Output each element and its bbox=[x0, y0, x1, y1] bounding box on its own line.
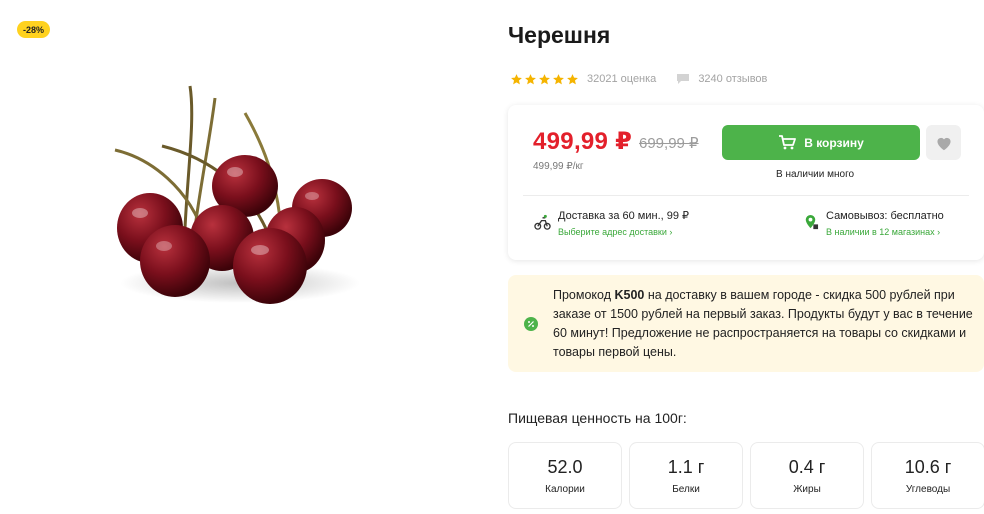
pickup-option[interactable]: Самовывоз: бесплатно В наличии в 12 мага… bbox=[802, 209, 944, 239]
nutrition-card-carbs: 10.6 г Углеводы bbox=[871, 442, 984, 509]
delivery-address-link[interactable]: Выберите адрес доставки › bbox=[558, 225, 689, 239]
rating-stars bbox=[510, 73, 579, 86]
courier-bike-icon bbox=[534, 214, 551, 230]
favorite-button[interactable] bbox=[926, 125, 961, 160]
comment-icon bbox=[677, 74, 690, 84]
nutrition-label: Углеводы bbox=[905, 483, 951, 495]
nutrition-card-fats: 0.4 г Жиры bbox=[750, 442, 864, 509]
reviews-link[interactable]: 3240 отзывов bbox=[698, 73, 767, 85]
delivery-option[interactable]: Доставка за 60 мин., 99 ₽ Выберите адрес… bbox=[534, 209, 689, 239]
star-icon bbox=[511, 73, 522, 84]
star-icon bbox=[567, 73, 578, 84]
product-image bbox=[114, 85, 360, 304]
nutrition-value: 1.1 г bbox=[667, 456, 705, 477]
delivery-title: Доставка за 60 мин., 99 ₽ bbox=[558, 210, 690, 222]
availability-status: В наличии много bbox=[776, 169, 855, 180]
star-icon bbox=[553, 73, 564, 84]
nutrition-list: 52.0 Калории 1.1 г Белки 0.4 г Жиры 10.6… bbox=[508, 442, 984, 509]
price-per-kg: 499,99 ₽/кг bbox=[533, 161, 584, 172]
rating-row[interactable]: 32021 оценка 3240 отзывов bbox=[510, 71, 767, 87]
promo-prefix: Промокод bbox=[553, 288, 615, 302]
nutrition-card-calories: 52.0 Калории bbox=[508, 442, 622, 509]
star-icon bbox=[539, 73, 550, 84]
add-to-cart-button[interactable]: В корзину bbox=[722, 125, 920, 160]
promo-text: Промокод K500 на доставку в вашем городе… bbox=[553, 286, 978, 362]
rating-count: 32021 оценка bbox=[587, 73, 657, 85]
promo-code: K500 bbox=[614, 288, 645, 302]
nutrition-value: 0.4 г bbox=[788, 456, 826, 477]
old-price: 699,99 ₽ bbox=[639, 135, 699, 152]
divider bbox=[523, 195, 969, 196]
nutrition-label: Белки bbox=[672, 483, 700, 495]
nutrition-label: Жиры bbox=[793, 483, 821, 495]
nutrition-value: 52.0 bbox=[547, 456, 583, 477]
heart-icon bbox=[936, 137, 951, 150]
star-icon bbox=[525, 73, 536, 84]
nutrition-value: 10.6 г bbox=[904, 456, 952, 477]
add-to-cart-label: В корзину bbox=[804, 135, 864, 150]
store-pin-icon bbox=[805, 214, 819, 230]
cart-icon bbox=[779, 135, 797, 150]
pickup-stores-link[interactable]: В наличии в 12 магазинах › bbox=[826, 225, 944, 239]
pickup-title: Самовывоз: бесплатно bbox=[826, 210, 944, 222]
nutrition-title: Пищевая ценность на 100г: bbox=[508, 410, 687, 426]
nutrition-label: Калории bbox=[545, 483, 585, 495]
product-title: Черешня bbox=[508, 22, 611, 48]
price-card: 499,99 ₽ 699,99 ₽ 499,99 ₽/кг В корзину … bbox=[508, 105, 984, 260]
discount-badge: -28% bbox=[17, 21, 50, 38]
current-price: 499,99 ₽ bbox=[533, 128, 633, 155]
promo-banner: Промокод K500 на доставку в вашем городе… bbox=[508, 275, 984, 372]
nutrition-card-proteins: 1.1 г Белки bbox=[629, 442, 743, 509]
discount-icon bbox=[524, 317, 538, 331]
